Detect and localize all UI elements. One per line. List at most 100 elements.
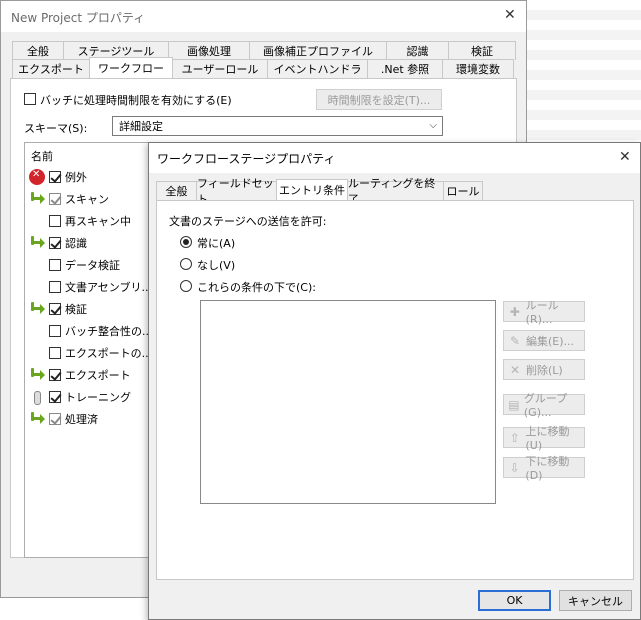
group-button[interactable]: ▤ グループ(G)... [503, 392, 585, 419]
radio-always[interactable] [180, 236, 192, 248]
tree-item[interactable]: 認識 [29, 233, 87, 253]
move-down-button[interactable]: ⇩ 下に移動(D) [503, 455, 585, 482]
tree-item[interactable]: 例外 [29, 167, 87, 187]
tab-entry-conditions[interactable]: エントリ条件 [276, 179, 348, 200]
tab-exit-routing[interactable]: ルーティングを終了 [347, 177, 444, 206]
down-arrow-icon: ⇩ [509, 460, 520, 475]
radio-none-label: なし(V) [197, 259, 236, 272]
batch-limit-checkbox[interactable] [24, 93, 36, 105]
tab-general[interactable]: 全般 [156, 181, 197, 200]
tree-item-checkbox[interactable] [49, 347, 61, 359]
edit-button[interactable]: ✎ 編集(E)... [503, 330, 585, 351]
tree-item-checkbox[interactable] [49, 171, 61, 183]
tree-item-checkbox[interactable] [49, 325, 61, 337]
tree-item-label: バッチ整合性の... [65, 325, 153, 338]
error-icon [29, 169, 45, 185]
tree-item-checkbox[interactable] [49, 237, 61, 249]
plus-icon: ✚ [509, 304, 520, 319]
dialog-title: ワークフローステージプロパティ [157, 152, 336, 166]
tree-item[interactable]: 再スキャン中 [49, 211, 131, 231]
tree-item[interactable]: トレーニング [29, 387, 131, 407]
tree-item-label: エクスポート [65, 369, 131, 382]
batch-limit-label: バッチに処理時間制限を有効にする(E) [40, 94, 232, 107]
tree-item[interactable]: スキャン [29, 189, 109, 209]
tree-item[interactable]: 処理済 [29, 409, 98, 429]
allow-send-label: 文書のステージへの送信を許可: [169, 215, 327, 228]
group-icon: ▤ [508, 397, 520, 412]
tab-export[interactable]: エクスポート [12, 59, 90, 78]
conditions-list[interactable] [200, 300, 496, 504]
tree-item-checkbox[interactable] [49, 281, 61, 293]
tab-verification[interactable]: 検証 [448, 41, 516, 60]
tab-image-processing[interactable]: 画像処理 [168, 41, 250, 60]
tree-item-label: 再スキャン中 [65, 215, 131, 228]
tree-item-checkbox[interactable] [49, 303, 61, 315]
tree-item[interactable]: データ検証 [49, 255, 120, 275]
arrow-icon [29, 411, 45, 427]
trace-icon [29, 389, 45, 405]
arrow-icon [29, 191, 45, 207]
radio-conditions[interactable] [180, 280, 192, 292]
tab-user-roles[interactable]: ユーザーロール [172, 59, 268, 78]
schema-select-value: 詳細設定 [119, 120, 163, 133]
arrow-icon [29, 301, 45, 317]
tree-item[interactable]: エクスポートの... [49, 343, 152, 363]
tab-env-variables[interactable]: 環境変数 [442, 59, 514, 78]
tree-item[interactable]: 検証 [29, 299, 87, 319]
radio-always-label: 常に(A) [197, 237, 236, 250]
tree-item-checkbox[interactable] [49, 259, 61, 271]
tree-item-label: 文書アセンブリ... [65, 281, 152, 294]
close-icon[interactable]: ✕ [619, 149, 631, 165]
tab-event-handlers[interactable]: イベントハンドラ [267, 59, 368, 78]
tree-item-label: スキャン [65, 193, 109, 206]
tree-item[interactable]: バッチ整合性の... [49, 321, 153, 341]
up-arrow-icon: ⇧ [509, 430, 520, 445]
window-title: New Project プロパティ [11, 11, 146, 25]
pencil-icon: ✎ [509, 333, 521, 348]
tab-row-1: 全般 ステージツール 画像処理 画像補正プロファイル 認識 検証 [12, 41, 516, 60]
tab-field-sets[interactable]: フィールドセット [196, 177, 277, 206]
tree-item-label: 認識 [65, 237, 87, 250]
tree-item-label: 処理済 [65, 413, 98, 426]
add-rule-button[interactable]: ✚ ルール(R)... [503, 299, 585, 326]
tree-item[interactable]: エクスポート [29, 365, 131, 385]
tree-item-label: トレーニング [65, 391, 131, 404]
tree-item-label: エクスポートの... [65, 347, 153, 360]
delete-button[interactable]: ✕ 削除(L) [503, 359, 585, 380]
schema-label: スキーマ(S): [24, 122, 88, 135]
tab-recognition[interactable]: 認識 [386, 41, 449, 60]
radio-none[interactable] [180, 258, 192, 270]
tab-image-profile[interactable]: 画像補正プロファイル [249, 41, 387, 60]
tree-item-checkbox[interactable] [49, 193, 61, 205]
cancel-button[interactable]: キャンセル [559, 590, 632, 611]
chevron-down-icon: ⌵ [429, 120, 437, 131]
tree-item-checkbox[interactable] [49, 369, 61, 381]
tab-roles[interactable]: ロール [443, 181, 483, 200]
tree-item-label: データ検証 [65, 259, 120, 272]
tree-header-name: 名前 [31, 150, 53, 163]
radio-conditions-label: これらの条件の下で(C): [197, 281, 316, 294]
dialog-tab-row: 全般 フィールドセット エントリ条件 ルーティングを終了 ロール [156, 177, 483, 206]
tree-item-checkbox[interactable] [49, 391, 61, 403]
workflow-stage-properties-dialog: ワークフローステージプロパティ ✕ 全般 フィールドセット エントリ条件 ルーテ… [148, 142, 641, 620]
tree-item-checkbox[interactable] [49, 215, 61, 227]
tree-item-checkbox[interactable] [49, 413, 61, 425]
entry-conditions-panel: 文書のステージへの送信を許可: 常に(A) なし(V) これらの条件の下で(C)… [156, 200, 634, 580]
tab-row-2: エクスポート ワークフロー ユーザーロール イベントハンドラ .Net 参照 環… [12, 57, 514, 78]
close-icon[interactable]: ✕ [504, 7, 516, 23]
schema-select[interactable]: 詳細設定 ⌵ [112, 116, 443, 136]
stage-tree[interactable]: 名前 例外スキャン再スキャン中認識データ検証文書アセンブリ... 検証バッチ整合性… [24, 142, 154, 558]
tree-item[interactable]: 文書アセンブリ... [49, 277, 152, 297]
tree-item-label: 例外 [65, 171, 87, 184]
set-time-limit-button[interactable]: 時間制限を設定(T)... [316, 89, 442, 110]
tree-item-label: 検証 [65, 303, 87, 316]
title-bar: New Project プロパティ ✕ [1, 1, 526, 32]
arrow-icon [29, 367, 45, 383]
arrow-icon [29, 235, 45, 251]
dialog-title-bar: ワークフローステージプロパティ ✕ [149, 143, 640, 173]
tab-general[interactable]: 全般 [12, 41, 64, 60]
tab-workflow[interactable]: ワークフロー [89, 57, 173, 78]
move-up-button[interactable]: ⇧ 上に移動(U) [503, 425, 585, 452]
tab-net-references[interactable]: .Net 参照 [367, 59, 443, 78]
ok-button[interactable]: OK [478, 590, 551, 611]
